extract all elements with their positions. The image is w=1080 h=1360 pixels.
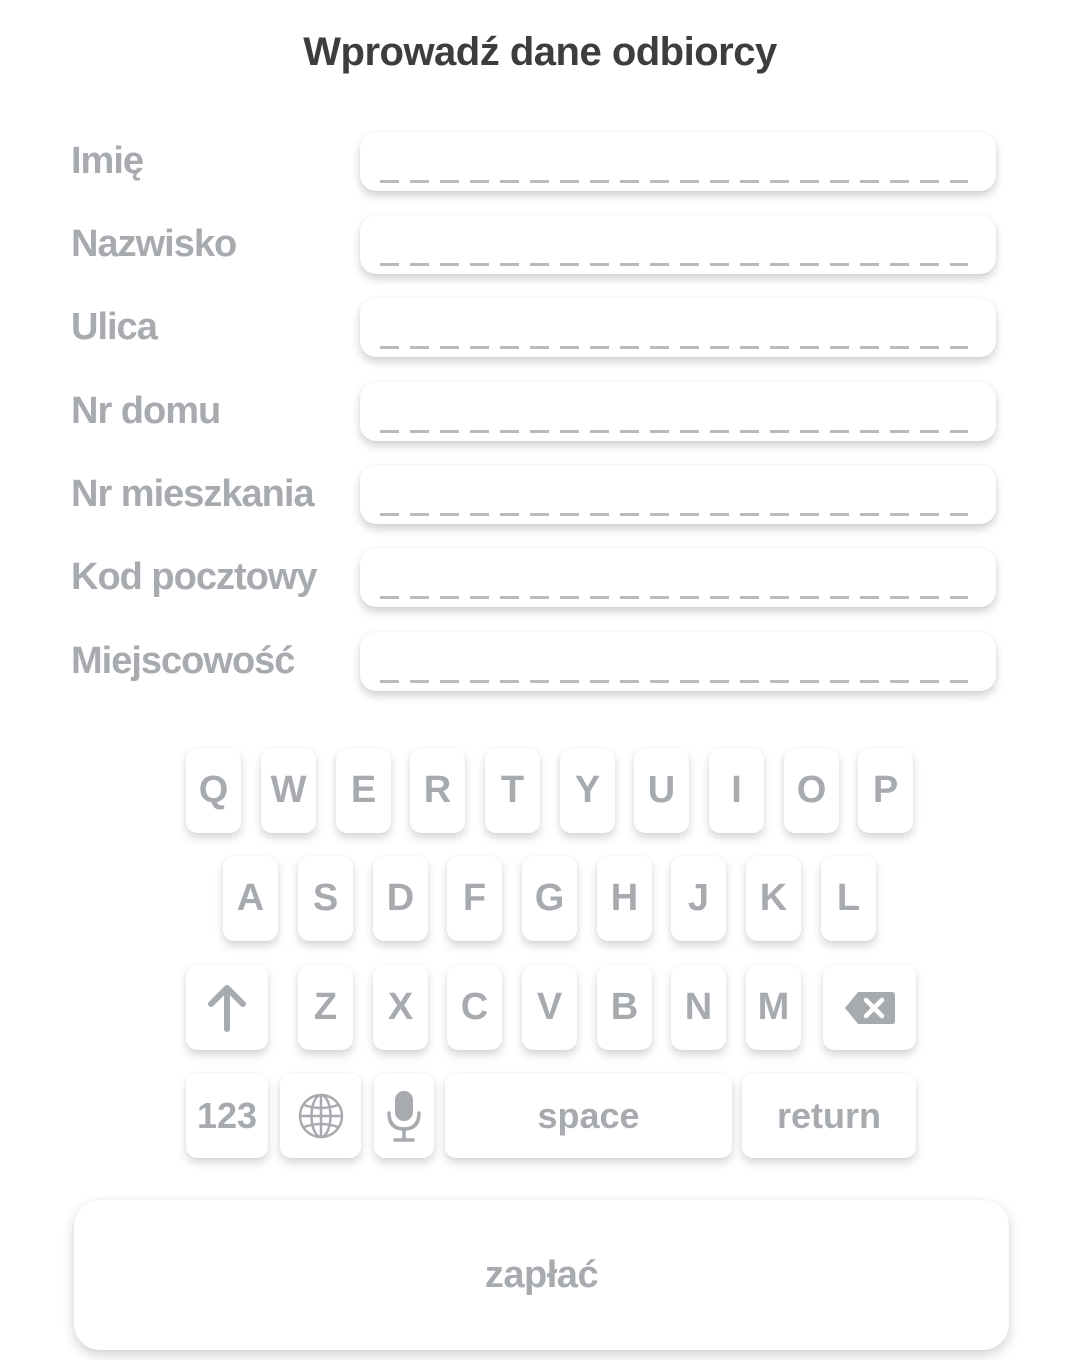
key-i[interactable]: I: [709, 748, 764, 833]
key-q[interactable]: Q: [186, 748, 241, 833]
key-j[interactable]: J: [671, 856, 726, 941]
field-placeholder-dashes: [380, 430, 968, 433]
key-t[interactable]: T: [485, 748, 540, 833]
form-row-first-name: Imię: [0, 132, 1080, 192]
backspace-key[interactable]: [823, 965, 916, 1050]
house-number-label: Nr domu: [71, 390, 221, 432]
key-n[interactable]: N: [671, 965, 726, 1050]
field-placeholder-dashes: [380, 346, 968, 349]
street-field[interactable]: [360, 298, 996, 357]
form-row-postal-code: Kod pocztowy: [0, 548, 1080, 608]
key-e[interactable]: E: [336, 748, 391, 833]
key-w[interactable]: W: [261, 748, 316, 833]
numbers-key[interactable]: 123: [186, 1073, 268, 1158]
first-name-field[interactable]: [360, 132, 996, 191]
key-d[interactable]: D: [373, 856, 428, 941]
form-row-house-number: Nr domu: [0, 382, 1080, 442]
backspace-icon: [844, 991, 896, 1025]
form-row-last-name: Nazwisko: [0, 215, 1080, 275]
key-c[interactable]: C: [447, 965, 502, 1050]
space-key[interactable]: space: [445, 1073, 732, 1158]
arrow-up-icon: [207, 984, 247, 1032]
pay-button[interactable]: zapłać: [74, 1200, 1009, 1350]
form-row-city: Miejscowość: [0, 632, 1080, 692]
shift-key[interactable]: [186, 965, 268, 1050]
microphone-key[interactable]: [374, 1073, 434, 1158]
key-f[interactable]: F: [447, 856, 502, 941]
globe-icon: [297, 1092, 345, 1140]
city-field[interactable]: [360, 632, 996, 691]
first-name-label: Imię: [71, 140, 144, 182]
form-row-apartment-number: Nr mieszkania: [0, 465, 1080, 525]
key-a[interactable]: A: [223, 856, 278, 941]
key-x[interactable]: X: [373, 965, 428, 1050]
apartment-number-label: Nr mieszkania: [71, 473, 315, 515]
city-label: Miejscowość: [71, 640, 295, 682]
postal-code-field[interactable]: [360, 548, 996, 607]
last-name-field[interactable]: [360, 215, 996, 274]
key-u[interactable]: U: [634, 748, 689, 833]
key-g[interactable]: G: [522, 856, 577, 941]
return-key[interactable]: return: [742, 1073, 916, 1158]
street-label: Ulica: [71, 306, 158, 348]
last-name-label: Nazwisko: [71, 223, 237, 265]
key-p[interactable]: P: [858, 748, 913, 833]
house-number-field[interactable]: [360, 382, 996, 441]
key-s[interactable]: S: [298, 856, 353, 941]
key-l[interactable]: L: [821, 856, 876, 941]
key-v[interactable]: V: [522, 965, 577, 1050]
apartment-number-field[interactable]: [360, 465, 996, 524]
field-placeholder-dashes: [380, 596, 968, 599]
field-placeholder-dashes: [380, 513, 968, 516]
page-title: Wprowadź dane odbiorcy: [303, 30, 777, 74]
key-r[interactable]: R: [410, 748, 465, 833]
key-z[interactable]: Z: [298, 965, 353, 1050]
microphone-icon: [386, 1089, 422, 1143]
field-placeholder-dashes: [380, 680, 968, 683]
form-row-street: Ulica: [0, 298, 1080, 358]
key-m[interactable]: M: [746, 965, 801, 1050]
globe-key[interactable]: [280, 1073, 361, 1158]
postal-code-label: Kod pocztowy: [71, 556, 318, 598]
field-placeholder-dashes: [380, 180, 968, 183]
key-h[interactable]: H: [597, 856, 652, 941]
key-k[interactable]: K: [746, 856, 801, 941]
field-placeholder-dashes: [380, 263, 968, 266]
key-o[interactable]: O: [784, 748, 839, 833]
key-b[interactable]: B: [597, 965, 652, 1050]
key-y[interactable]: Y: [560, 748, 615, 833]
